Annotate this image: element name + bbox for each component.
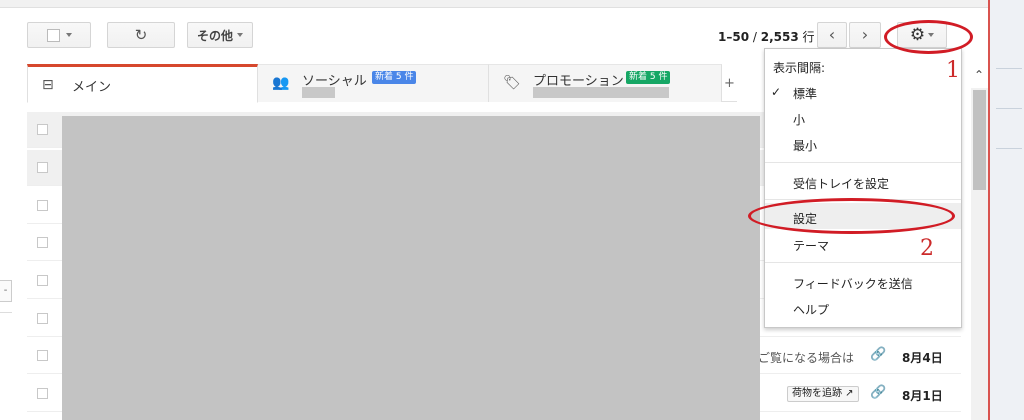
annotation-ellipse-gear — [884, 20, 973, 54]
category-tabs: ⊟ メイン 👥 ソーシャル 新着 5 件 🏷 プロモーション 新着 5 件 + — [27, 64, 737, 103]
menu-item-send-feedback[interactable]: フィードバックを送信 — [765, 275, 961, 292]
row-checkbox[interactable] — [37, 388, 48, 399]
menu-divider — [765, 162, 961, 163]
side-collapse-button[interactable]: - — [0, 280, 12, 302]
refresh-button[interactable]: ↻ — [107, 22, 175, 48]
redacted-message-list — [62, 116, 760, 420]
attachment-icon: 🔗 — [870, 385, 887, 400]
row-checkbox[interactable] — [37, 275, 48, 286]
tab-promotions-badge: 新着 5 件 — [626, 71, 671, 84]
more-actions-button[interactable]: その他 — [187, 22, 253, 48]
pager-total: 2,553 — [760, 30, 799, 44]
more-actions-label: その他 — [196, 28, 233, 43]
pagination-info: 1–50 / 2,553 行 — [718, 28, 815, 45]
menu-item-density-smallest[interactable]: 最小 — [765, 137, 961, 154]
gmail-window: ↻ その他 1–50 / 2,553 行 ‹ › ⚙ ⊟ メイン 👥 ソーシャル… — [0, 0, 1024, 420]
pager-range: 1–50 — [718, 30, 750, 44]
row-checkbox[interactable] — [37, 237, 48, 248]
row-checkbox[interactable] — [37, 350, 48, 361]
chevron-down-icon — [65, 33, 72, 37]
divider — [0, 312, 12, 313]
menu-density-header: 表示間隔: — [773, 61, 826, 75]
chevron-right-icon: › — [861, 25, 869, 44]
tab-social[interactable]: 👥 ソーシャル 新着 5 件 — [258, 64, 489, 102]
menu-item-density-small[interactable]: 小 — [765, 111, 961, 128]
annotation-ellipse-settings — [748, 198, 955, 234]
pager-unit: 行 — [798, 30, 815, 44]
row-checkbox[interactable] — [37, 200, 48, 211]
scroll-up-icon[interactable]: ⌃ — [974, 68, 984, 82]
menu-item-help[interactable]: ヘルプ — [765, 301, 961, 318]
select-all-button[interactable] — [27, 22, 91, 48]
menu-item-density-normal[interactable]: 標準 — [765, 85, 961, 102]
tag-icon: 🏷 — [503, 75, 521, 91]
people-icon: 👥 — [272, 75, 290, 91]
row-date: 8月1日 — [902, 389, 943, 403]
tab-promotions[interactable]: 🏷 プロモーション 新着 5 件 — [489, 64, 722, 102]
older-button[interactable]: › — [849, 22, 881, 48]
attachment-icon: 🔗 — [870, 347, 887, 362]
track-package-button[interactable]: 荷物を追跡 ↗ — [787, 386, 859, 402]
pager-separator: / — [749, 30, 761, 44]
tab-promotions-senders-redacted — [533, 87, 669, 98]
tab-social-senders-redacted — [302, 87, 335, 98]
chevron-down-icon — [237, 33, 243, 37]
annotation-number-1: 1 — [946, 58, 960, 83]
row-checkbox[interactable] — [37, 313, 48, 324]
newer-button[interactable]: ‹ — [817, 22, 847, 48]
annotation-number-2: 2 — [920, 236, 934, 261]
add-tab-button[interactable]: + — [724, 76, 735, 91]
background-window — [990, 0, 1024, 420]
menu-item-configure-inbox[interactable]: 受信トレイを設定 — [765, 175, 961, 192]
chevron-left-icon: ‹ — [828, 25, 836, 44]
row-date: 8月4日 — [902, 351, 943, 365]
menu-divider — [765, 262, 961, 263]
refresh-icon: ↻ — [134, 26, 148, 44]
row-snippet: ご覧になる場合は — [758, 351, 855, 365]
settings-menu: 表示間隔: ✓ 標準 小 最小 受信トレイを設定 設定 テーマ フィードバックを… — [764, 48, 962, 328]
tab-primary-label: メイン — [72, 80, 112, 95]
tab-social-badge: 新着 5 件 — [372, 71, 417, 84]
scrollbar-thumb[interactable] — [973, 90, 986, 190]
inbox-icon: ⊟ — [42, 77, 54, 93]
tab-primary[interactable]: ⊟ メイン — [27, 64, 258, 103]
select-checkbox-icon — [46, 28, 60, 42]
row-checkbox[interactable] — [37, 162, 48, 173]
row-checkbox[interactable] — [37, 124, 48, 135]
top-strip — [0, 0, 990, 8]
